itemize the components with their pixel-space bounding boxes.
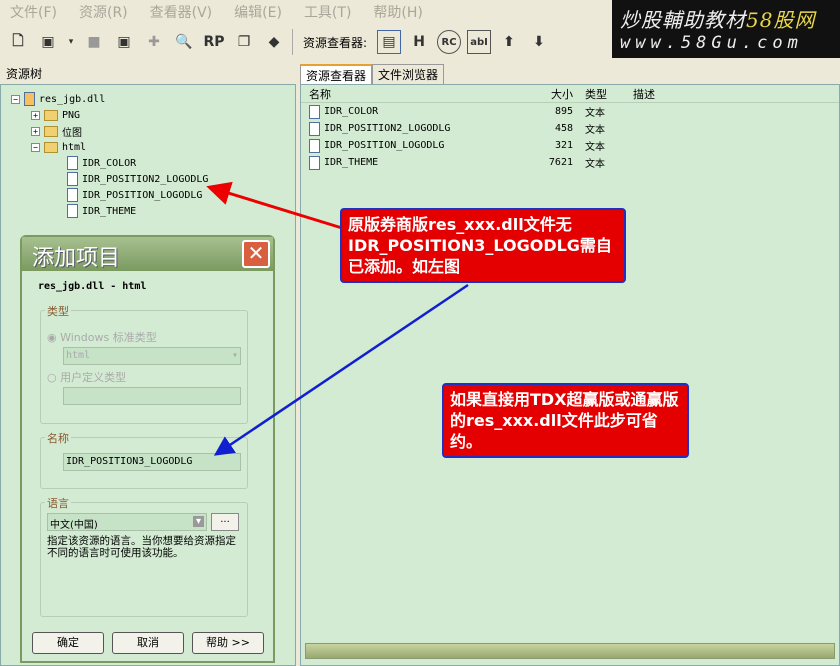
callout-note-1: 原版券商版res_xxx.dll文件无IDR_POSITION3_LOGODLG… [340,208,626,283]
red-arrow [206,181,343,230]
blue-arrow [213,283,469,456]
annotation-arrows [206,181,469,456]
callout-note-2: 如果直接用TDX超赢版或通赢版的res_xxx.dll文件此步可省约。 [442,383,689,458]
